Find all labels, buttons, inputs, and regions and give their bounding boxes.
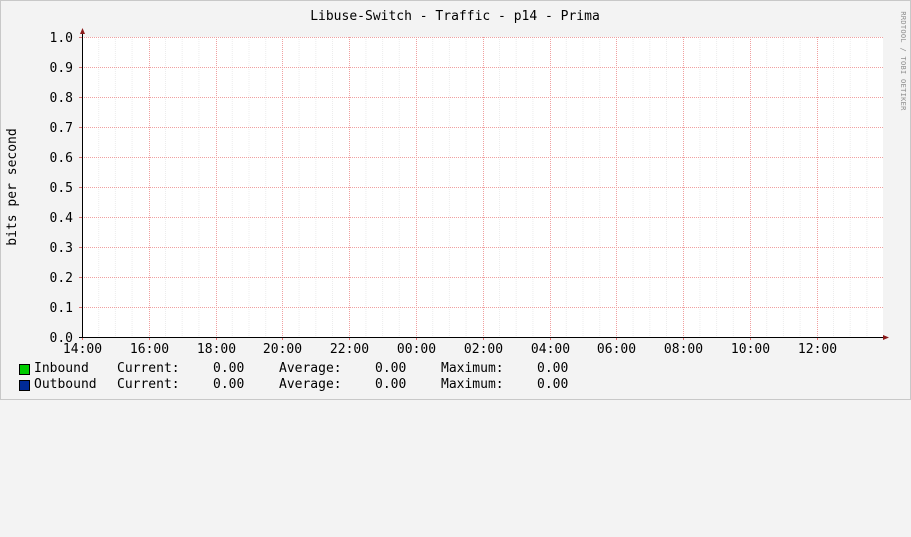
y-tick-label: 0.9 bbox=[50, 61, 73, 76]
x-tick-label: 00:00 bbox=[397, 342, 436, 357]
legend-maximum-label: Maximum: bbox=[441, 377, 504, 392]
y-tick-label: 0.5 bbox=[50, 181, 73, 196]
legend-current-value: 0.00 bbox=[213, 361, 245, 376]
y-tick-labels: 0.00.10.20.30.40.50.60.70.80.91.0 bbox=[50, 31, 74, 346]
legend-current-label: Current: bbox=[117, 377, 180, 392]
legend-series-name: Inbound bbox=[34, 361, 89, 376]
x-tick-label: 22:00 bbox=[330, 342, 369, 357]
legend-average-label: Average: bbox=[279, 361, 342, 376]
legend-maximum-value: 0.00 bbox=[537, 361, 569, 376]
legend-average-label: Average: bbox=[279, 377, 342, 392]
x-tick-label: 10:00 bbox=[731, 342, 770, 357]
y-axis-label: bits per second bbox=[5, 128, 20, 245]
legend-maximum-label: Maximum: bbox=[441, 361, 504, 376]
x-tick-label: 04:00 bbox=[531, 342, 570, 357]
chart-title: Libuse-Switch - Traffic - p14 - Prima bbox=[310, 9, 600, 24]
y-tick-label: 0.1 bbox=[50, 301, 73, 316]
outbound-swatch bbox=[19, 380, 30, 391]
y-tick-label: 0.3 bbox=[50, 241, 73, 256]
x-tick-labels: 14:00 16:00 18:00 20:00 22:00 00:00 02:00 04:00… bbox=[63, 342, 837, 357]
y-tick-label: 1.0 bbox=[50, 31, 73, 46]
y-tick-label: 0.7 bbox=[50, 121, 73, 136]
legend-series-name: Outbound bbox=[34, 377, 97, 392]
x-tick-label: 12:00 bbox=[798, 342, 837, 357]
x-tick-label: 14:00 bbox=[63, 342, 102, 357]
y-axis-arrow bbox=[80, 28, 85, 34]
legend-average-value: 0.00 bbox=[375, 361, 407, 376]
y-tick-label: 0.2 bbox=[50, 271, 73, 286]
x-tick-label: 16:00 bbox=[130, 342, 169, 357]
x-tick-label: 20:00 bbox=[263, 342, 302, 357]
inbound-swatch bbox=[19, 364, 30, 375]
x-tick-label: 06:00 bbox=[597, 342, 636, 357]
legend-row-outbound: Outbound Current: 0.00 Average: 0.00 Max… bbox=[19, 377, 568, 537]
x-tick-label: 08:00 bbox=[664, 342, 703, 357]
x-axis-arrow bbox=[883, 335, 889, 340]
y-tick-label: 0.6 bbox=[50, 151, 73, 166]
x-tick-label: 18:00 bbox=[197, 342, 236, 357]
legend-current-label: Current: bbox=[117, 361, 180, 376]
legend-average-value: 0.00 bbox=[375, 377, 407, 392]
legend-current-value: 0.00 bbox=[213, 377, 245, 392]
y-tick-label: 0.8 bbox=[50, 91, 73, 106]
rrdtool-watermark: RRDTOOL / TOBI OETIKER bbox=[899, 11, 907, 111]
legend-maximum-value: 0.00 bbox=[537, 377, 569, 392]
traffic-chart: 0.00.10.20.30.40.50.60.70.80.91.0 14:00 1… bbox=[5, 9, 907, 357]
y-tick-label: 0.4 bbox=[50, 211, 74, 226]
x-tick-label: 02:00 bbox=[464, 342, 503, 357]
graph-frame: 0.0 0.1 0.2 0.3 0.4 0.5 0.6 0.7 0.8 0.9 1.0 14:00 1… bbox=[0, 0, 911, 400]
